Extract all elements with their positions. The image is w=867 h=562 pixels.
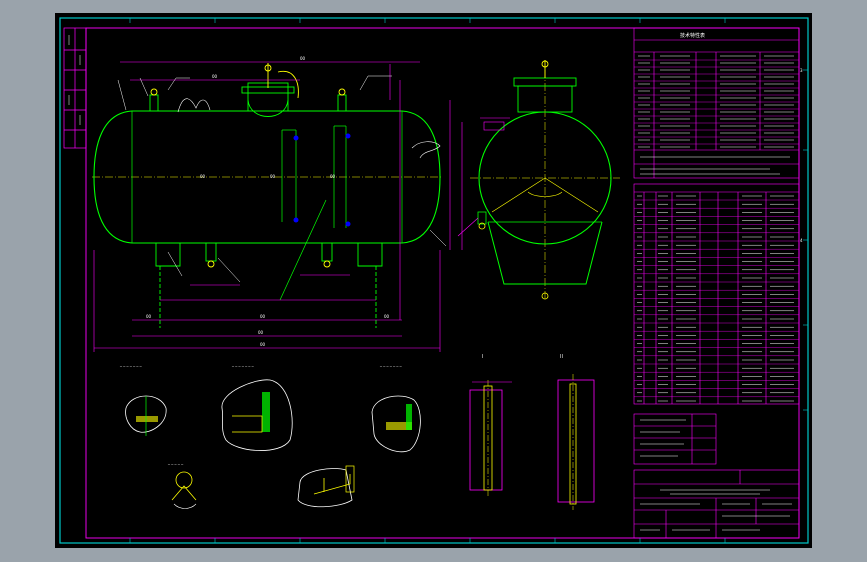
svg-text:00: 00 bbox=[146, 314, 152, 319]
svg-text:00: 00 bbox=[260, 342, 266, 347]
detail-1-title: _ _ _ _ _ _ _ bbox=[119, 362, 143, 367]
svg-text:00: 00 bbox=[200, 174, 206, 179]
section-I-label: I bbox=[482, 354, 483, 360]
svg-text:00: 00 bbox=[260, 314, 266, 319]
detail-2-title: _ _ _ _ _ _ _ bbox=[231, 362, 255, 367]
sheet-background bbox=[55, 13, 812, 548]
section-II-label: II bbox=[560, 354, 563, 360]
svg-text:00: 00 bbox=[270, 174, 276, 179]
detail-4-title: _ _ _ _ _ bbox=[167, 460, 184, 465]
tech-spec-header: 技术特性表 bbox=[680, 32, 705, 39]
svg-text:00: 00 bbox=[300, 56, 306, 61]
detail-3-title: _ _ _ _ _ _ _ bbox=[379, 362, 403, 367]
svg-text:00: 00 bbox=[384, 314, 390, 319]
svg-text:00: 00 bbox=[330, 174, 336, 179]
svg-text:00: 00 bbox=[212, 74, 218, 79]
svg-text:00: 00 bbox=[258, 330, 264, 335]
cad-drawing-sheet: 34 0000 0000 00 0000 00 00 00 _ _ _ _ _ … bbox=[55, 13, 812, 548]
